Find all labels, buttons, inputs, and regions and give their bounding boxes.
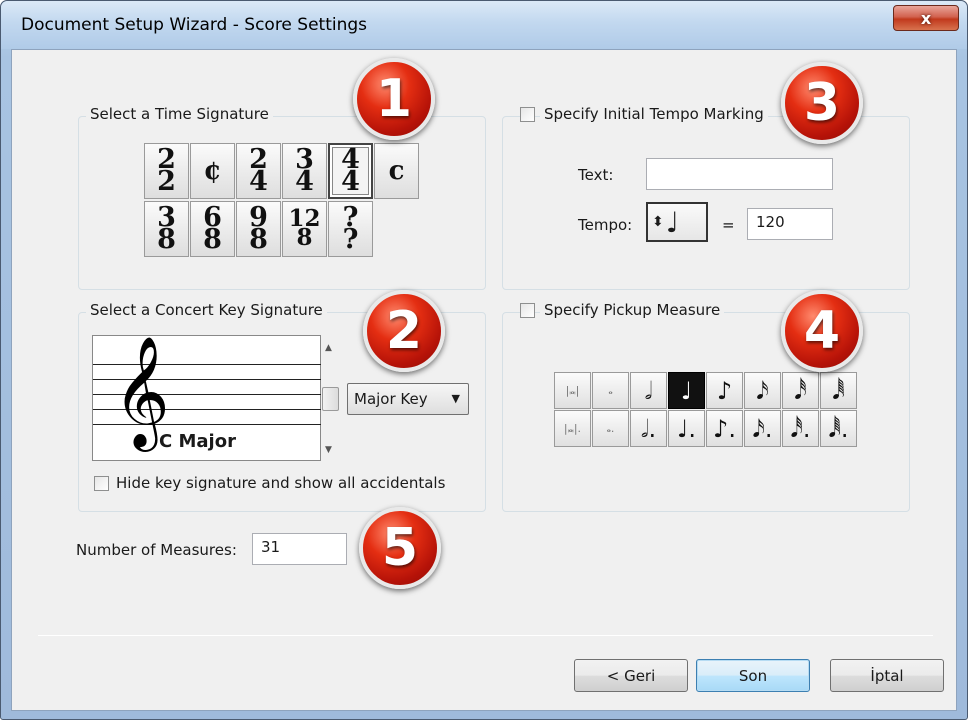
thirty-second-note-button[interactable]: 𝅘𝅥𝅰 [782, 372, 819, 409]
key-name-label: C Major [159, 431, 236, 452]
tempo-checkbox[interactable] [520, 107, 535, 122]
key-mode-value: Major Key [354, 390, 428, 408]
measures-label: Number of Measures: [76, 541, 237, 559]
half-dotted-note-button[interactable]: 𝅗𝅥. [630, 410, 667, 447]
time-signature-title: Select a Time Signature [86, 105, 273, 123]
tempo-text-label: Text: [578, 166, 614, 184]
close-button[interactable]: x [893, 5, 959, 31]
finish-button[interactable]: Son [696, 659, 810, 692]
step-badge-5: 5 [359, 507, 441, 589]
time-signature-button[interactable]: c [374, 143, 419, 199]
key-signature-title: Select a Concert Key Signature [86, 301, 327, 319]
tempo-text-input[interactable] [646, 158, 833, 190]
time-signature-bottom: 4 [295, 166, 314, 197]
whole-note-button[interactable]: 𝅝 [592, 372, 629, 409]
cancel-button[interactable]: İptal [830, 659, 944, 692]
time-signature-bottom: 8 [203, 224, 222, 255]
eighth-note-button[interactable]: ♪ [706, 372, 743, 409]
thirty-second-dotted-note-button[interactable]: 𝅘𝅥𝅰. [782, 410, 819, 447]
hide-key-signature-checkbox[interactable] [94, 476, 109, 491]
time-signature-button[interactable]: ?? [328, 201, 373, 257]
time-signature-button[interactable]: 44 [328, 143, 373, 199]
double-whole-dotted-note-button[interactable]: |𝅜|. [554, 410, 591, 447]
time-signature-symbol: ¢ [203, 156, 222, 186]
time-signature-button[interactable]: 12 8 [282, 201, 327, 257]
pickup-checkbox-label[interactable]: Specify Pickup Measure [540, 301, 725, 319]
time-signature-symbol: c [388, 156, 405, 186]
step-badge-3: 3 [781, 62, 863, 144]
time-signature-bottom: 4 [249, 166, 268, 197]
time-signature-button[interactable]: 38 [144, 201, 189, 257]
button-separator [38, 635, 933, 636]
half-note-button[interactable]: 𝅗𝅥 [630, 372, 667, 409]
tempo-note-selector[interactable]: ⬍ ♩ [646, 202, 708, 242]
double-whole-note-button[interactable]: |𝅜| [554, 372, 591, 409]
sixteenth-note-button[interactable]: 𝅘𝅥𝅯 [744, 372, 781, 409]
scroll-thumb[interactable] [322, 387, 339, 411]
whole-dotted-note-button[interactable]: 𝅝. [592, 410, 629, 447]
key-signature-staff[interactable]: 𝄞 C Major [92, 335, 321, 461]
sixty-fourth-dotted-note-button[interactable]: 𝅘𝅥𝅱. [820, 410, 857, 447]
dialog-body: Select a Time Signature 2 2 ¢ 2 4 3 4 4 4 c 3 8 6 8 9 8… [11, 49, 957, 711]
scroll-down-icon[interactable]: ▼ [325, 445, 332, 455]
treble-clef-icon: 𝄞 [113, 335, 170, 447]
quarter-note-button[interactable]: ♩ [668, 372, 705, 409]
step-badge-2: 2 [363, 290, 445, 372]
time-signature-button[interactable]: 34 [282, 143, 327, 199]
key-scrollbar[interactable]: ▲ ▼ [322, 335, 339, 461]
time-signature-bottom: 2 [157, 166, 176, 197]
tempo-checkbox-label[interactable]: Specify Initial Tempo Marking [540, 105, 768, 123]
key-mode-select[interactable]: Major Key ▼ [347, 383, 469, 415]
time-signature-button[interactable]: 24 [236, 143, 281, 199]
tempo-label: Tempo: [578, 216, 633, 234]
window-title: Document Setup Wizard - Score Settings [21, 15, 368, 35]
time-signature-bottom: ? [342, 224, 359, 255]
tempo-value-input[interactable]: 120 [747, 208, 833, 240]
time-signature-bottom: 4 [341, 166, 360, 197]
step-badge-1: 1 [353, 58, 435, 140]
pickup-checkbox[interactable] [520, 303, 535, 318]
sixty-fourth-note-button[interactable]: 𝅘𝅥𝅱 [820, 372, 857, 409]
sixteenth-dotted-note-button[interactable]: 𝅘𝅥𝅯. [744, 410, 781, 447]
time-signature-bottom: 8 [296, 224, 313, 251]
time-signature-bottom: 8 [157, 224, 176, 255]
quarter-note-icon: ♩ [665, 205, 679, 239]
quarter-dotted-note-button[interactable]: ♩. [668, 410, 705, 447]
chevron-down-icon: ▼ [451, 392, 460, 405]
time-signature-bottom: 8 [249, 224, 268, 255]
time-signature-button[interactable]: 22 [144, 143, 189, 199]
time-signature-button[interactable]: 68 [190, 201, 235, 257]
spinner-icon: ⬍ [652, 214, 664, 230]
scroll-up-icon[interactable]: ▲ [325, 343, 332, 353]
time-signature-button[interactable]: ¢ [190, 143, 235, 199]
back-button[interactable]: < Geri [574, 659, 688, 692]
step-badge-4: 4 [781, 290, 863, 372]
time-signature-button[interactable]: 98 [236, 201, 281, 257]
eighth-dotted-note-button[interactable]: ♪. [706, 410, 743, 447]
tempo-equals: = [722, 216, 735, 234]
measures-input[interactable]: 31 [252, 533, 347, 565]
dialog-window: Document Setup Wizard - Score Settings x… [0, 0, 968, 720]
hide-key-signature-label[interactable]: Hide key signature and show all accident… [116, 474, 445, 492]
title-bar[interactable]: Document Setup Wizard - Score Settings x [1, 1, 967, 49]
